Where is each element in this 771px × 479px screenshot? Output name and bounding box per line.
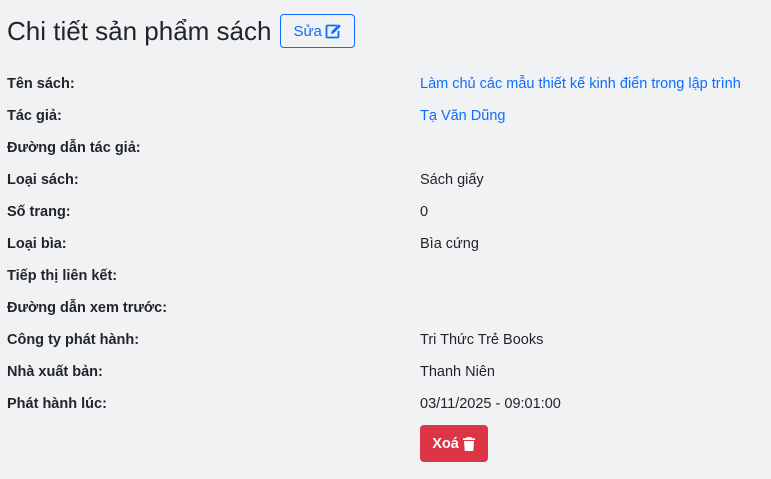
page-title: Chi tiết sản phẩm sách: [7, 16, 272, 46]
detail-label: Loại sách:: [7, 172, 79, 188]
detail-value: Bìa cứng: [420, 236, 479, 252]
detail-row: Tác giả: Tạ Văn Dũng: [7, 100, 767, 132]
detail-value: Tri Thức Trẻ Books: [420, 332, 544, 348]
detail-label: Số trang:: [7, 204, 71, 220]
detail-value: Thanh Niên: [420, 364, 495, 380]
detail-list: Tên sách: Làm chủ các mẫu thiết kế kinh đ…: [7, 68, 767, 420]
detail-label: Đường dẫn xem trước:: [7, 300, 168, 316]
detail-row: Đường dẫn xem trước:: [7, 292, 767, 324]
detail-row: Tiếp thị liên kết:: [7, 260, 767, 292]
detail-label: Phát hành lúc:: [7, 396, 107, 412]
detail-value-link[interactable]: Tạ Văn Dũng: [420, 107, 505, 125]
delete-button[interactable]: Xoá: [420, 425, 488, 462]
detail-value-link[interactable]: Làm chủ các mẫu thiết kế kinh điển trong…: [420, 75, 741, 93]
detail-row: Đường dẫn tác giả:: [7, 132, 767, 164]
detail-label: Nhà xuất bản:: [7, 364, 103, 380]
detail-value: 0: [420, 204, 429, 220]
detail-value: Sách giấy: [420, 172, 484, 188]
detail-label: Tiếp thị liên kết:: [7, 268, 118, 284]
edit-button[interactable]: Sửa: [280, 14, 355, 48]
trash-icon: [462, 436, 475, 451]
detail-label: Đường dẫn tác giả:: [7, 140, 141, 156]
page-header: Chi tiết sản phẩm sách Sửa: [7, 14, 355, 48]
detail-row: Công ty phát hành: Tri Thức Trẻ Books: [7, 324, 767, 356]
edit-square-icon: [325, 24, 341, 39]
detail-row: Phát hành lúc: 03/11/2025 - 09:01:00: [7, 388, 767, 420]
detail-label: Tác giả:: [7, 108, 62, 124]
detail-label: Tên sách:: [7, 76, 75, 92]
detail-row: Loại bìa: Bìa cứng: [7, 228, 767, 260]
detail-label: Loại bìa:: [7, 236, 67, 252]
detail-row: Số trang: 0: [7, 196, 767, 228]
delete-button-label: Xoá: [432, 435, 459, 452]
edit-button-label: Sửa: [293, 22, 322, 40]
detail-value: 03/11/2025 - 09:01:00: [420, 396, 561, 412]
detail-row: Tên sách: Làm chủ các mẫu thiết kế kinh đ…: [7, 68, 767, 100]
detail-row: Nhà xuất bản: Thanh Niên: [7, 356, 767, 388]
detail-row: Loại sách: Sách giấy: [7, 164, 767, 196]
detail-label: Công ty phát hành:: [7, 332, 140, 348]
